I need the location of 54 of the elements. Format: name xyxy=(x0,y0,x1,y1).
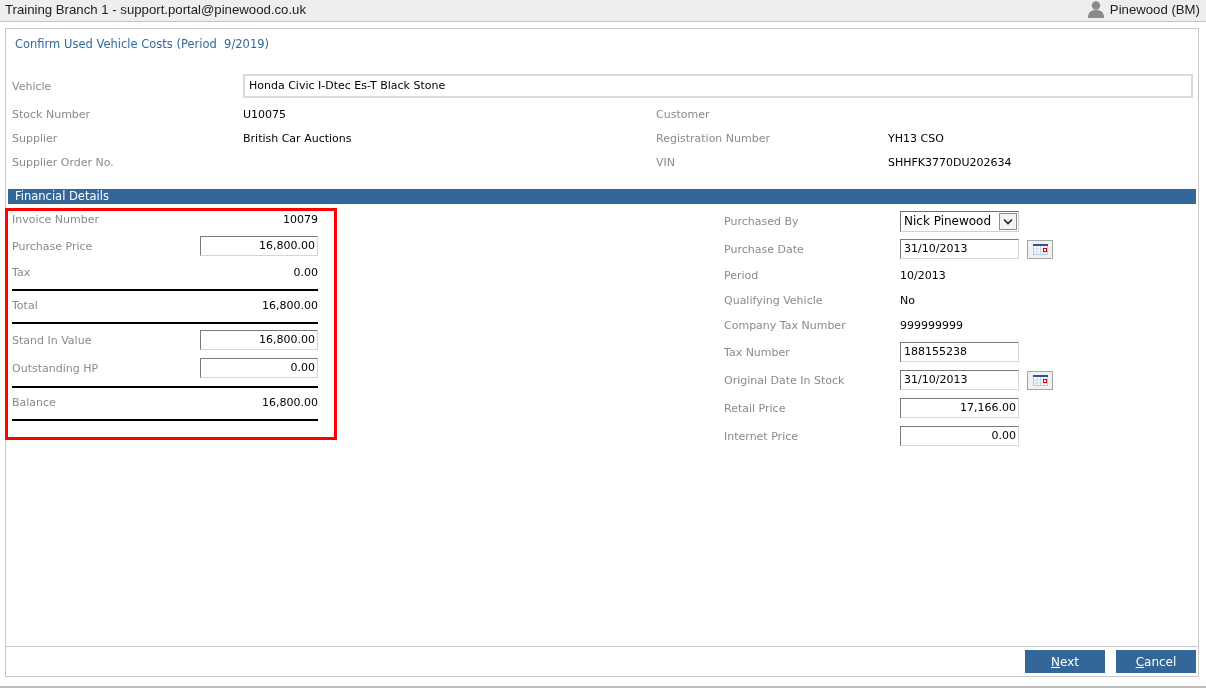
field-label: Internet Price xyxy=(724,429,799,443)
field-value: YH13 CSO xyxy=(888,131,945,145)
amount-field[interactable]: 17,166.00 xyxy=(900,398,1019,418)
text-field[interactable]: 188155238 xyxy=(900,342,1019,362)
field-label: Period xyxy=(724,269,760,282)
amount-field[interactable]: 16,800.00 xyxy=(200,236,318,256)
user-name[interactable]: Pinewood (BM) xyxy=(1109,2,1200,17)
app-title: Training Branch 1 - support.portal@pinewood.co.uk xyxy=(5,2,306,17)
field-label: Registration Number xyxy=(656,131,772,145)
field-label: Customer xyxy=(656,107,711,121)
amount-value: 16,800.00 xyxy=(262,396,318,409)
field-value: SHHFK3770DU202634 xyxy=(888,155,1013,169)
field-label: Supplier xyxy=(12,131,59,145)
section-header: Financial Details xyxy=(8,189,1196,204)
field-label: Purchase Price xyxy=(12,239,93,253)
date-field[interactable]: 31/10/2013 xyxy=(900,239,1019,259)
field-label: Retail Price xyxy=(724,401,787,415)
field-label: Purchased By xyxy=(724,214,800,228)
user-icon xyxy=(1087,1,1104,18)
amount-value: 10079 xyxy=(283,213,318,226)
field-label: Tax xyxy=(12,266,31,279)
vehicle-field[interactable]: Honda Civic I-Dtec Es-T Black Stone xyxy=(243,74,1193,98)
field-value: 999999999 xyxy=(900,319,963,332)
action-button[interactable]: Cancel xyxy=(1116,650,1196,673)
amount-value: 0.00 xyxy=(293,266,318,279)
action-button[interactable]: Next xyxy=(1025,650,1105,673)
field-label: Supplier Order No. xyxy=(12,155,115,169)
field-label: Purchase Date xyxy=(724,242,805,256)
field-label: Outstanding HP xyxy=(12,361,99,375)
field-label: Vehicle xyxy=(12,79,53,93)
calendar-icon[interactable] xyxy=(1027,370,1053,390)
field-label: Tax Number xyxy=(724,345,791,359)
field-label: Stand In Value xyxy=(12,333,92,347)
amount-value: 16,800.00 xyxy=(262,299,318,312)
field-value: U10075 xyxy=(243,107,288,121)
date-field[interactable]: 31/10/2013 xyxy=(900,370,1019,390)
field-label: Qualifying Vehicle xyxy=(724,294,824,307)
calendar-icon[interactable] xyxy=(1027,239,1053,259)
form-title: Confirm Used Vehicle Costs (Period 9/2019) xyxy=(14,36,271,51)
field-value: No xyxy=(900,294,915,307)
field-value: 10/2013 xyxy=(900,269,946,282)
field-label: Stock Number xyxy=(12,107,92,121)
dropdown-select[interactable]: Nick Pinewood xyxy=(900,210,1019,232)
field-value: British Car Auctions xyxy=(243,131,353,145)
field-label: Company Tax Number xyxy=(724,319,847,332)
amount-field[interactable]: 0.00 xyxy=(200,358,318,378)
field-label: Invoice Number xyxy=(12,213,99,226)
field-label: VIN xyxy=(656,155,676,169)
field-label: Balance xyxy=(12,396,56,409)
field-label: Total xyxy=(12,299,38,312)
field-label: Original Date In Stock xyxy=(724,373,846,387)
caret-icon[interactable] xyxy=(999,212,1017,230)
amount-field[interactable]: 0.00 xyxy=(900,426,1019,446)
amount-field[interactable]: 16,800.00 xyxy=(200,330,318,350)
